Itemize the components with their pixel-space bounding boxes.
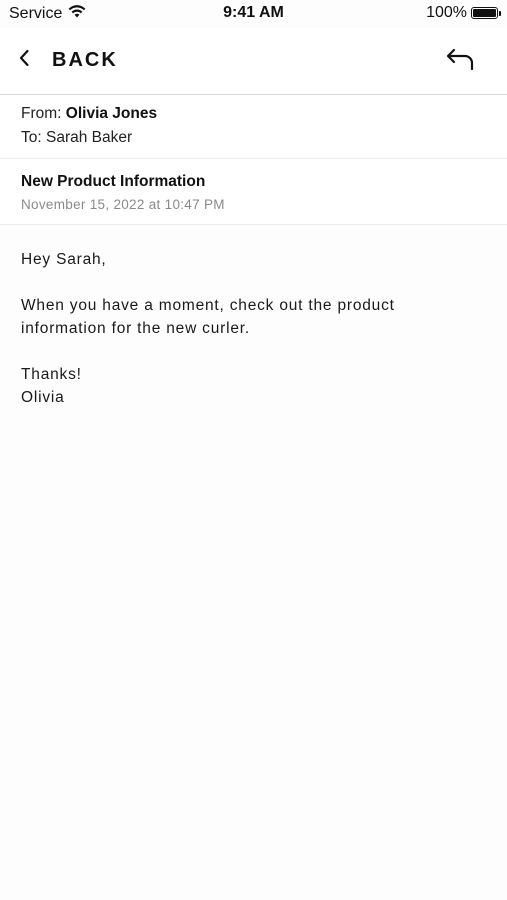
email-subject: New Product Information xyxy=(21,173,206,190)
back-label: BACK xyxy=(52,48,118,71)
to-line: To: Sarah Baker xyxy=(21,129,132,147)
email-date: November 15, 2022 at 10:47 PM xyxy=(21,197,225,212)
to-name: Sarah Baker xyxy=(46,129,133,146)
body-signoff: Thanks! Olivia xyxy=(21,363,481,409)
reply-arrow-icon xyxy=(445,48,477,79)
from-label: From: xyxy=(21,105,62,122)
reply-button[interactable] xyxy=(445,45,477,75)
body-signature: Olivia xyxy=(21,389,65,406)
nav-bar: BACK xyxy=(0,28,507,95)
subject-block: New Product Information November 15, 202… xyxy=(0,159,507,225)
battery-percent: 100% xyxy=(426,4,467,21)
body-greeting: Hey Sarah, xyxy=(21,251,107,268)
chevron-left-icon xyxy=(18,49,30,72)
body-paragraph: When you have a moment, check out the pr… xyxy=(21,294,481,340)
back-button[interactable]: BACK xyxy=(18,44,118,76)
status-bar: Service 9:41 AM 100% xyxy=(0,0,507,28)
from-name: Olivia Jones xyxy=(65,105,158,122)
email-header: From: Olivia Jones To: Sarah Baker xyxy=(0,95,507,159)
body-closing: Thanks! xyxy=(21,366,82,383)
email-body: Hey Sarah, When you have a moment, check… xyxy=(21,248,481,432)
to-label: To: xyxy=(21,129,42,146)
battery-icon xyxy=(471,7,501,19)
body-line-1: When you have a moment, check out the pr… xyxy=(21,297,395,314)
battery-fill xyxy=(473,9,496,17)
body-line-2: information for the new curler. xyxy=(21,320,250,337)
status-right: 100% xyxy=(426,4,501,22)
from-line: From: Olivia Jones xyxy=(21,105,157,123)
